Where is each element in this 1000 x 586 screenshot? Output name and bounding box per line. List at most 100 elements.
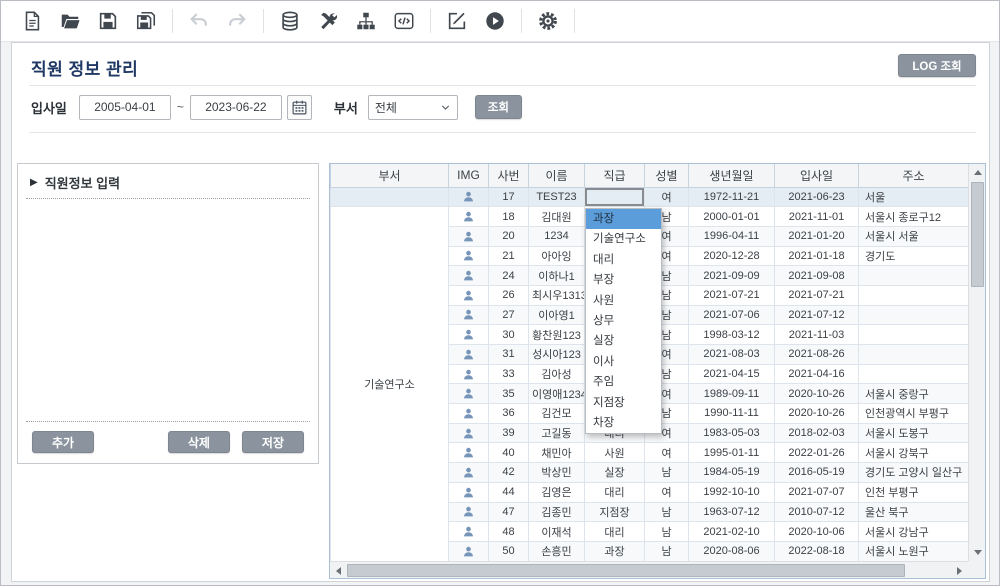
column-header[interactable]: IMG xyxy=(449,164,489,187)
hiredate-cell: 2020-10-26 xyxy=(775,404,859,424)
form-panel-header[interactable]: ▶ 직원정보 입력 xyxy=(18,164,318,198)
scroll-left-icon[interactable] xyxy=(336,567,341,575)
img-cell xyxy=(449,325,489,345)
name-cell: 아아잉 xyxy=(529,246,585,266)
tilde-separator: ~ xyxy=(177,100,184,114)
hiredate-cell: 2020-10-06 xyxy=(775,522,859,542)
run-icon[interactable] xyxy=(483,9,507,33)
empno-cell: 24 xyxy=(489,266,529,286)
dropdown-option[interactable]: 지점장 xyxy=(586,393,661,413)
dropdown-option[interactable]: 과장 xyxy=(586,209,661,229)
code-icon[interactable] xyxy=(392,9,416,33)
toolbar-divider xyxy=(430,9,431,33)
scroll-right-icon[interactable] xyxy=(957,567,962,575)
column-header[interactable]: 직급 xyxy=(585,164,645,187)
address-cell: 인천 부평구 xyxy=(859,482,969,502)
horizontal-scrollbar[interactable] xyxy=(330,561,968,578)
dropdown-option[interactable]: 상무 xyxy=(586,311,661,331)
dropdown-option[interactable]: 대리 xyxy=(586,250,661,270)
dropdown-option[interactable]: 차장 xyxy=(586,413,661,433)
scroll-up-icon[interactable] xyxy=(974,170,982,175)
log-search-button[interactable]: LOG 조회 xyxy=(898,54,976,77)
chevron-down-icon xyxy=(440,102,451,113)
sitemap-icon[interactable] xyxy=(354,9,378,33)
column-header[interactable]: 사번 xyxy=(489,164,529,187)
hiredate-cell: 2021-07-07 xyxy=(775,482,859,502)
employee-form-panel: ▶ 직원정보 입력 추가 삭제 저장 xyxy=(17,163,319,464)
dropdown-option[interactable]: 주임 xyxy=(586,372,661,392)
vertical-scrollbar[interactable] xyxy=(968,164,985,561)
calendar-icon[interactable] xyxy=(287,95,312,120)
person-icon xyxy=(462,505,475,518)
empno-cell: 17 xyxy=(489,187,529,207)
dropdown-option[interactable]: 기술연구소 xyxy=(586,229,661,249)
name-cell: 손흥민 xyxy=(529,541,585,561)
dropdown-option[interactable]: 이사 xyxy=(586,352,661,372)
scroll-down-icon[interactable] xyxy=(974,550,982,555)
new-file-icon[interactable] xyxy=(20,9,44,33)
empno-cell: 39 xyxy=(489,423,529,443)
dropdown-option[interactable]: 실장 xyxy=(586,331,661,351)
collapse-arrow-icon: ▶ xyxy=(30,177,38,188)
person-icon xyxy=(462,210,475,223)
filter-divider xyxy=(29,132,976,133)
tools-icon[interactable] xyxy=(316,9,340,33)
hiredate-cell: 2021-01-20 xyxy=(775,226,859,246)
birthdate-cell: 1995-01-11 xyxy=(689,443,775,463)
database-icon[interactable] xyxy=(278,9,302,33)
name-cell: 이재석 xyxy=(529,522,585,542)
address-cell xyxy=(859,345,969,365)
birthdate-cell: 2020-08-06 xyxy=(689,541,775,561)
column-header[interactable]: 입사일 xyxy=(775,164,859,187)
person-icon xyxy=(462,525,475,538)
dropdown-option[interactable]: 부장 xyxy=(586,270,661,290)
form-panel-buttons: 추가 삭제 저장 xyxy=(18,422,318,462)
dept-select[interactable]: 전체 xyxy=(368,95,458,120)
table-row[interactable]: 17TEST23여1972-11-212021-06-23서울 xyxy=(331,187,969,207)
column-header[interactable]: 성별 xyxy=(645,164,689,187)
hiredate-cell: 2016-05-19 xyxy=(775,463,859,483)
address-cell: 서울시 강남구 xyxy=(859,522,969,542)
save-icon[interactable] xyxy=(96,9,120,33)
hiredate-cell: 2021-11-01 xyxy=(775,207,859,227)
img-cell xyxy=(449,246,489,266)
vertical-scroll-thumb[interactable] xyxy=(971,182,984,287)
table-header-row: 부서IMG사번이름직급성별생년월일입사일주소 xyxy=(331,164,969,187)
delete-button[interactable]: 삭제 xyxy=(168,431,230,453)
name-cell: 고길동 xyxy=(529,423,585,443)
empno-cell: 31 xyxy=(489,345,529,365)
open-folder-icon[interactable] xyxy=(58,9,82,33)
address-cell: 서울시 도봉구 xyxy=(859,423,969,443)
save-button[interactable]: 저장 xyxy=(242,431,304,453)
page-title: 직원 정보 관리 xyxy=(31,55,138,80)
horizontal-scroll-thumb[interactable] xyxy=(347,564,905,577)
search-button[interactable]: 조회 xyxy=(475,95,522,119)
birthdate-cell: 1996-04-11 xyxy=(689,226,775,246)
column-header[interactable]: 생년월일 xyxy=(689,164,775,187)
save-all-icon[interactable] xyxy=(134,9,158,33)
edit-icon[interactable] xyxy=(445,9,469,33)
birthdate-cell: 2021-04-15 xyxy=(689,364,775,384)
birthdate-cell: 2021-09-09 xyxy=(689,266,775,286)
add-button[interactable]: 추가 xyxy=(32,431,94,453)
position-editor-cell[interactable] xyxy=(585,187,645,207)
column-header[interactable]: 이름 xyxy=(529,164,585,187)
person-icon xyxy=(462,427,475,440)
empno-cell: 21 xyxy=(489,246,529,266)
address-cell: 경기도 xyxy=(859,246,969,266)
empno-cell: 47 xyxy=(489,502,529,522)
column-header[interactable]: 주소 xyxy=(859,164,969,187)
person-icon xyxy=(462,328,475,341)
toolbar-divider xyxy=(574,9,575,33)
birthdate-cell: 1963-07-12 xyxy=(689,502,775,522)
position-cell: 실장 xyxy=(585,463,645,483)
empno-cell: 35 xyxy=(489,384,529,404)
empno-cell: 18 xyxy=(489,207,529,227)
birthdate-cell: 2021-07-21 xyxy=(689,285,775,305)
settings-icon[interactable] xyxy=(536,9,560,33)
dropdown-option[interactable]: 사원 xyxy=(586,291,661,311)
position-cell: 대리 xyxy=(585,522,645,542)
date-to-input[interactable] xyxy=(190,95,282,120)
date-from-input[interactable] xyxy=(79,95,171,120)
column-header[interactable]: 부서 xyxy=(331,164,449,187)
